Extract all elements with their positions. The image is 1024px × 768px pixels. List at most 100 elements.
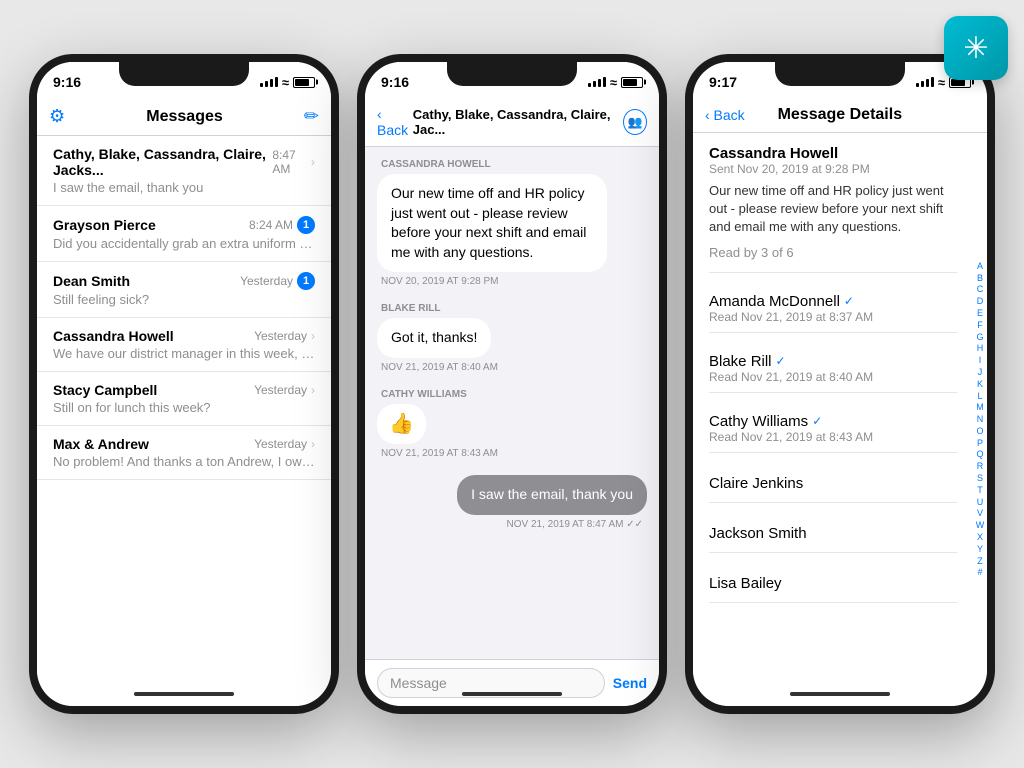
group-contact-icon[interactable]: 👥: [623, 109, 647, 135]
chat-timestamp: NOV 21, 2019 AT 8:40 AM: [377, 362, 502, 373]
read-time: Read Nov 21, 2019 at 8:37 AM: [709, 310, 957, 324]
list-item[interactable]: Grayson Pierce 8:24 AM 1 Did you acciden…: [37, 206, 331, 262]
list-item[interactable]: Cathy, Blake, Cassandra, Claire, Jacks..…: [37, 136, 331, 206]
sender-name: Cassandra Howell: [53, 328, 174, 344]
list-item[interactable]: Cassandra Howell Yesterday › We have our…: [37, 318, 331, 372]
details-content: Cassandra Howell Sent Nov 20, 2019 at 9:…: [693, 133, 987, 706]
chat-group: CASSANDRA HOWELL Our new time off and HR…: [377, 159, 647, 287]
alpha-w[interactable]: W: [976, 520, 985, 531]
alpha-k[interactable]: K: [977, 379, 983, 390]
list-item[interactable]: Stacy Campbell Yesterday › Still on for …: [37, 372, 331, 426]
detail-read-count: Read by 3 of 6: [709, 245, 957, 260]
chat-timestamp: NOV 21, 2019 AT 8:43 AM: [377, 448, 502, 459]
alpha-l[interactable]: L: [977, 391, 982, 402]
list-item[interactable]: Max & Andrew Yesterday › No problem! And…: [37, 426, 331, 480]
message-input-bar: Message Send: [365, 659, 659, 706]
reader-name: Amanda McDonnell ✓: [709, 293, 957, 310]
alpha-n[interactable]: N: [977, 414, 984, 425]
chat-group: CATHY WILLIAMS 👍 NOV 21, 2019 AT 8:43 AM: [377, 389, 647, 459]
detail-reader: Blake Rill ✓ Read Nov 21, 2019 at 8:40 A…: [709, 345, 957, 393]
alpha-y[interactable]: Y: [977, 544, 983, 555]
alpha-r[interactable]: R: [977, 461, 984, 472]
alphabet-sidebar: A B C D E F G H I J K L M N O P Q: [973, 133, 987, 706]
alpha-x[interactable]: X: [977, 532, 983, 543]
battery-icon: [293, 77, 315, 88]
chat-bubble: 👍: [377, 404, 426, 444]
details-title: Message Details: [778, 106, 903, 124]
alpha-hash[interactable]: #: [977, 567, 982, 578]
wifi-icon: ≈: [610, 75, 617, 90]
unread-badge: 1: [297, 216, 315, 234]
chat-timestamp: NOV 20, 2019 AT 9:28 PM: [377, 276, 502, 287]
alpha-q[interactable]: Q: [976, 449, 983, 460]
chat-area: CASSANDRA HOWELL Our new time off and HR…: [365, 147, 659, 659]
status-time-3: 9:17: [709, 74, 737, 90]
unread-name: Lisa Bailey: [709, 565, 957, 603]
message-preview: Did you accidentally grab an extra unifo…: [53, 236, 315, 251]
chat-title: Cathy, Blake, Cassandra, Claire, Jac...: [413, 107, 624, 137]
alpha-a[interactable]: A: [977, 261, 983, 272]
signal-icon: [916, 77, 934, 87]
detail-message-text: Our new time off and HR policy just went…: [709, 182, 957, 237]
contacts-icon: 👥: [628, 115, 643, 129]
chat-sender-label: CASSANDRA HOWELL: [377, 159, 647, 170]
chat-group: I saw the email, thank you NOV 21, 2019 …: [377, 475, 647, 530]
alpha-t[interactable]: T: [977, 485, 983, 496]
send-button[interactable]: Send: [613, 675, 647, 691]
alpha-h[interactable]: H: [977, 343, 984, 354]
alpha-o[interactable]: O: [976, 426, 983, 437]
phones-container: 9:16 ≈ ⚙ Messages ✏ Cathy,: [9, 34, 1015, 734]
alpha-e[interactable]: E: [977, 308, 983, 319]
status-bar-2: 9:16 ≈: [365, 62, 659, 98]
chat-timestamp-mine: NOV 21, 2019 AT 8:47 AM ✓✓: [503, 519, 647, 530]
phone-messages-list: 9:16 ≈ ⚙ Messages ✏ Cathy,: [29, 54, 339, 714]
alpha-j[interactable]: J: [978, 367, 983, 378]
unread-badge: 1: [297, 272, 315, 290]
alpha-f[interactable]: F: [977, 320, 983, 331]
nav-bar-3: ‹ Back Message Details: [693, 98, 987, 133]
message-preview: No problem! And thanks a ton Andrew, I o…: [53, 454, 315, 469]
app-icon-symbol: ✳: [963, 31, 988, 66]
nav-bar-2: ‹ Back Cathy, Blake, Cassandra, Claire, …: [365, 98, 659, 147]
chat-group: BLAKE RILL Got it, thanks! NOV 21, 2019 …: [377, 303, 647, 373]
alpha-c[interactable]: C: [977, 284, 984, 295]
alpha-b[interactable]: B: [977, 273, 983, 284]
read-time: Read Nov 21, 2019 at 8:40 AM: [709, 370, 957, 384]
alpha-i[interactable]: I: [979, 355, 982, 366]
back-button[interactable]: ‹ Back: [377, 106, 413, 138]
phone-chat-view: 9:16 ≈ ‹ Back Cathy, Blake, Cassandra, C…: [357, 54, 667, 714]
read-checkmark: ✓: [844, 294, 854, 308]
detail-sent-time: Sent Nov 20, 2019 at 9:28 PM: [709, 162, 957, 176]
status-icons-2: ≈: [588, 75, 643, 90]
alpha-d[interactable]: D: [977, 296, 984, 307]
message-time: Yesterday ›: [254, 437, 315, 451]
alpha-s[interactable]: S: [977, 473, 983, 484]
message-preview: We have our district manager in this wee…: [53, 346, 315, 361]
compose-icon[interactable]: ✏: [304, 106, 319, 127]
sender-name: Max & Andrew: [53, 436, 149, 452]
alpha-v[interactable]: V: [977, 508, 983, 519]
settings-icon[interactable]: ⚙: [49, 106, 65, 127]
alpha-p[interactable]: P: [977, 438, 983, 449]
nav-bar-1: ⚙ Messages ✏: [37, 98, 331, 136]
reader-name: Cathy Williams ✓: [709, 413, 957, 430]
message-input[interactable]: Message: [377, 668, 605, 698]
chat-sender-label: BLAKE RILL: [377, 303, 647, 314]
status-icons-1: ≈: [260, 75, 315, 90]
alpha-u[interactable]: U: [977, 497, 984, 508]
message-preview: Still feeling sick?: [53, 292, 315, 307]
alpha-m[interactable]: M: [976, 402, 984, 413]
status-time-2: 9:16: [381, 74, 409, 90]
list-item[interactable]: Dean Smith Yesterday 1 Still feeling sic…: [37, 262, 331, 318]
message-time: 8:47 AM ›: [272, 148, 315, 176]
app-icon: ✳: [944, 16, 1008, 80]
back-button-details[interactable]: ‹ Back: [705, 107, 745, 123]
read-time: Read Nov 21, 2019 at 8:43 AM: [709, 430, 957, 444]
messages-list: Cathy, Blake, Cassandra, Claire, Jacks..…: [37, 136, 331, 706]
detail-sender: Cassandra Howell: [709, 145, 957, 162]
alpha-z[interactable]: Z: [977, 556, 983, 567]
wifi-icon: ≈: [282, 75, 289, 90]
detail-reader: Cathy Williams ✓ Read Nov 21, 2019 at 8:…: [709, 405, 957, 453]
message-preview: Still on for lunch this week?: [53, 400, 315, 415]
alpha-g[interactable]: G: [976, 332, 983, 343]
